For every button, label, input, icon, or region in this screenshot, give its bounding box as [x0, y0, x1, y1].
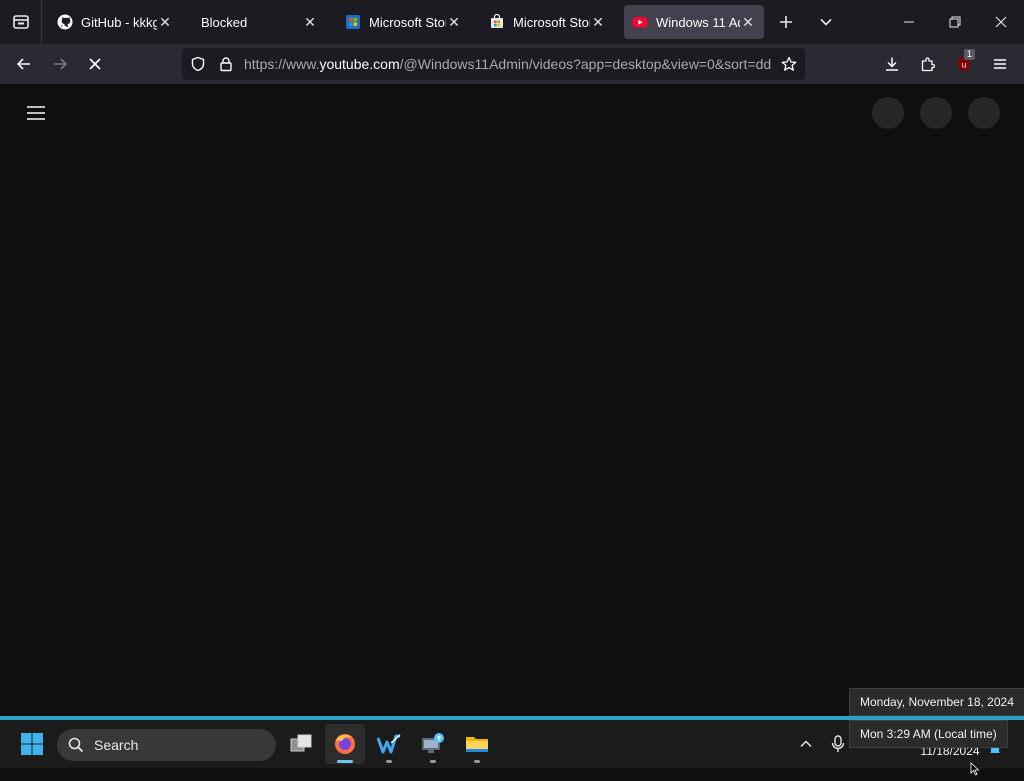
search-icon [68, 737, 84, 753]
url-prefix: https://www. [244, 56, 320, 72]
restore-icon [949, 16, 961, 28]
folder-icon [466, 737, 488, 752]
wave-app-icon [376, 734, 401, 754]
minimize-icon [904, 21, 914, 23]
hamburger-menu-icon [27, 106, 45, 120]
tab-title: Microsoft Store [513, 14, 590, 30]
svg-text:u: u [962, 61, 966, 70]
close-window-button[interactable] [978, 0, 1024, 44]
bookmark-star-icon[interactable] [781, 56, 797, 77]
downloads-button[interactable] [876, 48, 908, 80]
firefox-view-icon [12, 15, 29, 29]
minimize-button[interactable] [886, 0, 932, 44]
tooltip-full-date: Monday, November 18, 2024 [860, 695, 1014, 709]
back-button[interactable] [8, 48, 40, 80]
microsoft-store-bag-icon [489, 14, 505, 30]
taskbar-search-box[interactable]: Search [57, 729, 276, 761]
tooltip-local-time: Mon 3:29 AM (Local time) [860, 727, 997, 741]
youtube-guide-menu-button[interactable] [20, 97, 52, 129]
back-arrow-icon [16, 58, 30, 70]
firefox-view-button[interactable] [0, 0, 42, 44]
youtube-page-content [0, 84, 1024, 716]
download-icon [886, 57, 898, 71]
close-tab-icon[interactable]: ✕ [446, 14, 462, 30]
firefox-icon [335, 734, 355, 754]
address-bar[interactable]: https://www.youtube.com/@Windows11Admin/… [182, 48, 805, 80]
chevron-up-icon [800, 740, 812, 748]
tab-title: Windows 11 Adm [656, 14, 740, 30]
navigation-toolbar: https://www.youtube.com/@Windows11Admin/… [0, 44, 1024, 84]
mouse-cursor-icon [970, 762, 980, 781]
extensions-button[interactable] [912, 48, 944, 80]
ublock-origin-button[interactable]: u 1 [948, 48, 980, 80]
youtube-icon [632, 14, 648, 30]
forward-arrow-icon [54, 58, 68, 70]
clock-tooltip-date: Monday, November 18, 2024 [849, 688, 1024, 716]
tab-microsoft-store-1[interactable]: Microsoft Store ✕ [337, 5, 470, 39]
restore-button[interactable] [932, 0, 978, 44]
app-menu-button[interactable] [984, 48, 1016, 80]
url-path: /@Windows11Admin/videos?app=desktop&view… [399, 56, 772, 72]
url-host: youtube.com [319, 56, 400, 72]
stop-icon [89, 58, 101, 70]
tab-bar: GitHub - kkkgo/ ✕ Blocked ✕ Microsoft St… [0, 0, 1024, 44]
lock-icon[interactable] [218, 56, 234, 77]
tab-title: Blocked [201, 14, 248, 30]
close-tab-icon[interactable]: ✕ [590, 14, 606, 30]
microphone-icon [831, 735, 845, 752]
tracking-protection-shield-icon[interactable] [190, 56, 206, 77]
url-text[interactable]: https://www.youtube.com/@Windows11Admin/… [244, 56, 774, 72]
puzzle-piece-icon [921, 57, 936, 72]
start-button[interactable] [12, 724, 52, 764]
close-icon [995, 16, 1007, 28]
hamburger-menu-icon [994, 59, 1006, 69]
close-tab-icon[interactable]: ✕ [740, 14, 756, 30]
task-view-button[interactable] [281, 724, 321, 764]
placeholder-circle-create[interactable] [872, 97, 904, 129]
active-app-indicator [337, 760, 353, 763]
taskbar-remote-desktop[interactable] [413, 724, 453, 764]
tab-title: GitHub - kkkgo/ [81, 14, 157, 30]
computer-update-icon [422, 733, 444, 753]
close-tab-icon[interactable]: ✕ [302, 14, 318, 30]
plus-icon [780, 16, 792, 28]
new-tab-button[interactable] [770, 0, 802, 44]
taskbar-firefox[interactable] [325, 724, 365, 764]
microsoft-store-icon [345, 14, 361, 30]
placeholder-circle-notifications[interactable] [920, 97, 952, 129]
taskbar-file-explorer[interactable] [457, 724, 497, 764]
task-view-icon [290, 734, 312, 752]
tab-microsoft-store-2[interactable]: Microsoft Store ✕ [481, 5, 614, 39]
stop-loading-button[interactable] [79, 48, 111, 80]
tab-title: Microsoft Store [369, 14, 446, 30]
chevron-down-icon [820, 18, 832, 26]
extension-badge: 1 [964, 49, 976, 60]
close-tab-icon[interactable]: ✕ [157, 14, 173, 30]
windows-logo-icon [21, 733, 43, 755]
tab-youtube-windows11admin[interactable]: Windows 11 Adm ✕ [624, 5, 764, 39]
forward-button[interactable] [44, 48, 76, 80]
clock-tooltip-time: Mon 3:29 AM (Local time) [849, 720, 1008, 748]
tab-github[interactable]: GitHub - kkkgo/ ✕ [49, 5, 181, 39]
github-icon [57, 14, 73, 30]
search-placeholder: Search [94, 737, 139, 753]
running-app-indicator [386, 760, 392, 763]
tab-blocked[interactable]: Blocked ✕ [193, 5, 326, 39]
running-app-indicator [430, 760, 436, 763]
placeholder-circle-avatar[interactable] [968, 97, 1000, 129]
list-all-tabs-button[interactable] [810, 0, 842, 44]
running-app-indicator [474, 760, 480, 763]
taskbar-windsurf-app[interactable] [369, 724, 409, 764]
